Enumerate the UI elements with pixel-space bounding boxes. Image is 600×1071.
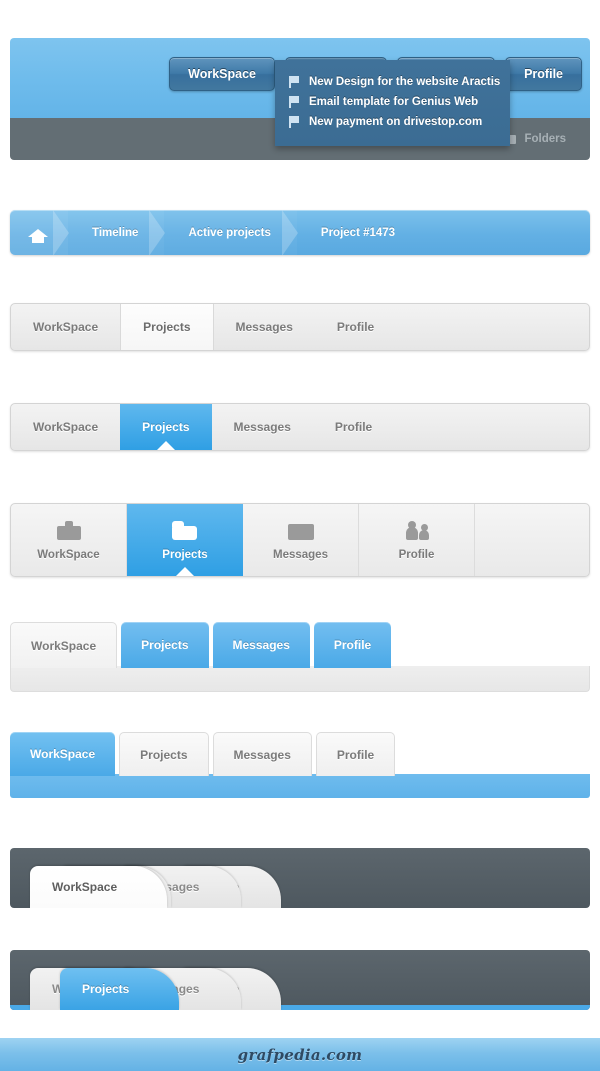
tabset-content-panel (10, 774, 590, 798)
tab-profile[interactable]: Profile (313, 622, 392, 668)
tab-label: Projects (142, 420, 190, 434)
tab-label: Profile (336, 747, 375, 762)
active-tab-pointer-icon (156, 441, 175, 450)
breadcrumb-label: Project #1473 (320, 226, 396, 239)
folder-open-icon (172, 520, 198, 542)
tab-label: Projects (141, 638, 189, 652)
tabset-slanted-dark: Profile Messages Projects WorkSpace (10, 848, 590, 908)
tab-messages[interactable]: Messages (214, 304, 315, 350)
tab-label: Profile (398, 548, 435, 561)
breadcrumb-label: Timeline (92, 226, 139, 239)
flag-icon (289, 96, 300, 108)
breadcrumb-item-active-projects[interactable]: Active projects (164, 210, 299, 255)
active-tab-pointer-icon (176, 567, 194, 576)
tab-workspace[interactable]: WorkSpace (11, 504, 127, 576)
flag-icon (289, 116, 300, 128)
tabset-icons: WorkSpace Projects Messages Profile (10, 503, 590, 577)
subnav-item-label: Folders (524, 133, 566, 145)
users-icon (404, 520, 430, 542)
tab-label: Messages (233, 747, 291, 762)
dropdown-item-label: New Design for the website Aractis (309, 76, 501, 88)
dropdown-item-label: Email template for Genius Web (309, 96, 479, 108)
tab-label: WorkSpace (33, 420, 99, 434)
header-button-profile[interactable]: Profile (505, 57, 582, 91)
tab-label: Projects (82, 982, 130, 996)
tab-messages[interactable]: Messages (243, 504, 359, 576)
briefcase-icon (56, 520, 82, 542)
brand-logo: grafpedia.com (237, 1045, 363, 1064)
tabset-slanted-blue: Profile Messages Projects WorkSpace (10, 950, 590, 1010)
home-icon (28, 224, 48, 243)
tab-workspace[interactable]: WorkSpace (11, 304, 120, 350)
tab-profile[interactable]: Profile (315, 732, 396, 776)
dropdown-item-label: New payment on drivestop.com (309, 116, 483, 128)
tab-label: Projects (140, 747, 188, 762)
tab-workspace[interactable]: WorkSpace (11, 404, 120, 450)
tab-label: WorkSpace (37, 548, 100, 561)
tab-profile[interactable]: Profile (315, 304, 396, 350)
header-button-label: Profile (524, 67, 563, 81)
projects-dropdown-menu[interactable]: New Design for the website Aractis Email… (275, 60, 510, 146)
tab-projects[interactable]: Projects (127, 504, 243, 576)
tab-projects[interactable]: Projects (60, 968, 180, 1010)
breadcrumb-item-timeline[interactable]: Timeline (68, 210, 166, 255)
tab-label: Messages (235, 320, 293, 334)
dropdown-item-email-template[interactable]: Email template for Genius Web (275, 92, 510, 112)
flag-icon (289, 76, 300, 88)
tab-label: Profile (336, 320, 375, 334)
tab-projects[interactable]: Projects (120, 304, 214, 350)
footer: grafpedia.com (0, 1036, 600, 1071)
tab-messages[interactable]: Messages (212, 404, 313, 450)
tab-profile[interactable]: Profile (313, 404, 394, 450)
dropdown-item-new-design[interactable]: New Design for the website Aractis (275, 72, 510, 92)
tab-projects[interactable]: Projects (120, 404, 212, 450)
tabset-blue-active: WorkSpace Projects Messages Profile (10, 403, 590, 451)
tab-workspace[interactable]: WorkSpace (30, 866, 168, 908)
tabset-blue-inactive: WorkSpace Projects Messages Profile (10, 622, 590, 692)
header-button-workspace[interactable]: WorkSpace (169, 57, 275, 91)
tab-label: Projects (162, 548, 208, 561)
tab-workspace[interactable]: WorkSpace (10, 622, 118, 668)
envelope-icon (287, 520, 314, 542)
header-button-label: WorkSpace (188, 67, 256, 81)
tabset-blue-bar: WorkSpace Projects Messages Profile (10, 732, 590, 798)
breadcrumb-home[interactable] (10, 210, 69, 255)
tab-label: Profile (334, 420, 373, 434)
tab-label: Messages (233, 420, 291, 434)
tab-projects[interactable]: Projects (119, 732, 209, 776)
breadcrumb-item-project-1473[interactable]: Project #1473 (297, 210, 421, 255)
tab-label: WorkSpace (30, 747, 96, 761)
tab-workspace[interactable]: WorkSpace (10, 732, 116, 776)
breadcrumb: Timeline Active projects Project #1473 (10, 210, 590, 255)
tab-label: WorkSpace (52, 880, 118, 894)
tab-projects[interactable]: Projects (121, 622, 209, 668)
subnav-item-folders[interactable]: Folders (505, 133, 566, 145)
tab-messages[interactable]: Messages (212, 732, 312, 776)
tabset-content-panel (10, 666, 590, 692)
tab-label: Profile (333, 638, 372, 652)
tab-label: Messages (232, 638, 290, 652)
tab-label: WorkSpace (31, 638, 97, 653)
tab-label: Projects (143, 320, 191, 334)
tab-messages[interactable]: Messages (212, 622, 310, 668)
dropdown-item-new-payment[interactable]: New payment on drivestop.com (275, 112, 510, 132)
breadcrumb-label: Active projects (188, 226, 271, 239)
tab-label: Messages (273, 548, 328, 561)
tab-profile[interactable]: Profile (359, 504, 475, 576)
tab-label: WorkSpace (33, 320, 99, 334)
tabset-light: WorkSpace Projects Messages Profile (10, 303, 590, 351)
